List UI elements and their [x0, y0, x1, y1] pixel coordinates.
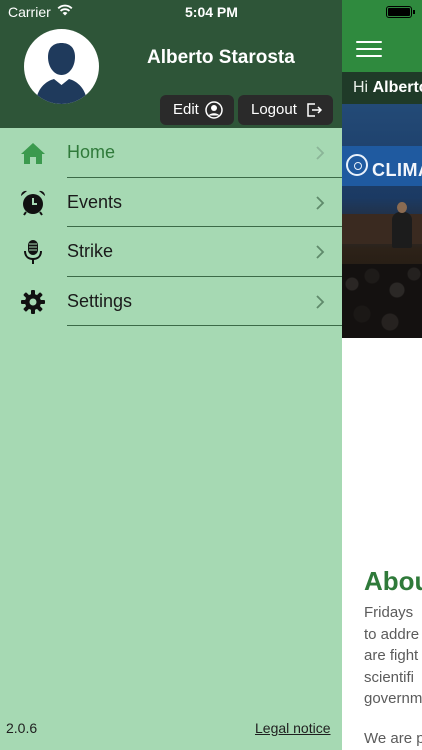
wifi-icon — [57, 4, 73, 16]
chevron-right-icon — [316, 195, 325, 210]
about-line: to addre — [364, 625, 420, 643]
alarm-clock-icon — [20, 190, 46, 216]
greeting-bar: Hi Alberto — [342, 72, 422, 104]
greeting-name: Alberto — [372, 79, 422, 96]
edit-label: Edit — [173, 101, 199, 118]
about-text: Fridays to addre are fight scientifi gov… — [364, 602, 422, 710]
menu-item-settings[interactable]: Settings — [0, 277, 342, 326]
menu-item-label: Home — [67, 142, 116, 162]
menu-item-label: Settings — [67, 290, 133, 311]
menu-item-home[interactable]: Home — [0, 128, 342, 178]
gear-icon — [21, 289, 45, 314]
carrier-label: Carrier — [8, 4, 51, 20]
edit-profile-button[interactable]: Edit — [160, 95, 234, 125]
drawer-header: Carrier 5:04 PM Alberto Starosta Edit Lo… — [0, 0, 342, 128]
about-line: governm — [364, 690, 422, 707]
chevron-right-icon — [316, 294, 325, 309]
main-content: Hi Alberto CLIMA Abou Fridays to addre a… — [342, 0, 422, 750]
app-bar — [342, 0, 422, 72]
status-bar: Carrier 5:04 PM — [0, 0, 342, 24]
microphone-icon — [24, 240, 42, 264]
clock-time: 5:04 PM — [185, 4, 238, 20]
hamburger-menu-icon[interactable] — [356, 40, 382, 58]
battery-icon — [386, 6, 415, 18]
menu-item-label: Events — [67, 191, 123, 212]
logout-button[interactable]: Logout — [238, 95, 333, 125]
about-title: Abou — [364, 566, 422, 596]
user-name: Alberto Starosta — [147, 47, 295, 68]
logout-icon — [307, 103, 323, 117]
chevron-right-icon — [316, 146, 325, 160]
about-next-line: We are p — [364, 730, 422, 747]
menu-divider — [67, 325, 342, 326]
chevron-right-icon — [316, 245, 325, 259]
about-line: scientifi — [364, 668, 415, 686]
about-line: Fridays — [364, 604, 414, 621]
logout-label: Logout — [251, 101, 297, 118]
menu-item-label: Strike — [67, 241, 114, 261]
photo-crowd — [342, 264, 422, 338]
user-silhouette-icon — [36, 43, 87, 104]
app-version: 2.0.6 — [6, 720, 38, 736]
photo-banner-text: CLIMA — [372, 160, 422, 180]
home-icon — [21, 143, 45, 164]
hero-photo: CLIMA — [342, 104, 422, 338]
legal-notice-link[interactable]: Legal notice — [255, 720, 331, 736]
greeting-prefix: Hi — [353, 79, 373, 96]
user-circle-icon — [205, 101, 223, 119]
menu-item-strike[interactable]: Strike — [0, 227, 342, 277]
side-drawer: Carrier 5:04 PM Alberto Starosta Edit Lo… — [0, 0, 342, 750]
un-emblem-icon — [346, 154, 368, 176]
photo-speaker — [392, 202, 412, 248]
avatar[interactable] — [24, 29, 99, 104]
menu-item-events[interactable]: Events — [0, 178, 342, 227]
drawer-menu: Home Events Strike Settings — [0, 128, 342, 326]
about-line: are fight — [364, 647, 419, 664]
